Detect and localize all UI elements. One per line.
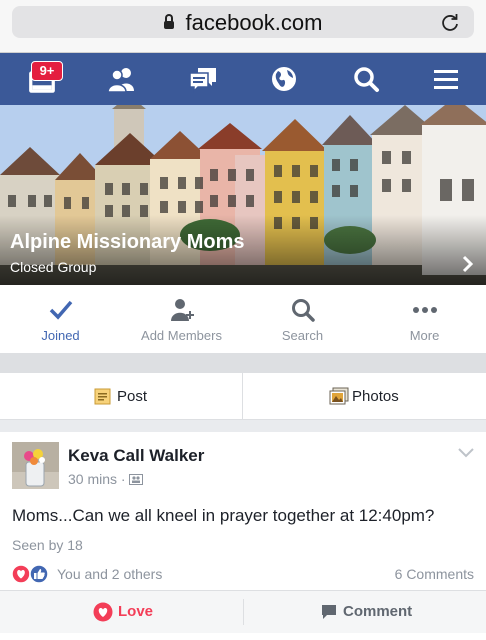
author-avatar[interactable]: [12, 442, 59, 489]
comments-count[interactable]: 6 Comments: [395, 566, 474, 582]
friends-icon[interactable]: [106, 65, 136, 93]
feed-separator: [0, 420, 486, 432]
comment-icon: [322, 605, 336, 619]
reaction-icons-group: [11, 564, 49, 584]
love-label: Love: [118, 603, 154, 620]
seen-by-count[interactable]: Seen by 18: [12, 537, 83, 553]
chevron-down-icon[interactable]: [458, 448, 474, 458]
group-cover-photo[interactable]: Alpine Missionary Moms Closed Group: [0, 105, 486, 285]
messages-icon[interactable]: [188, 65, 218, 93]
post-button[interactable]: Post: [0, 373, 242, 419]
add-members-button[interactable]: Add Members: [121, 285, 242, 353]
reactions-summary[interactable]: You and 2 others: [57, 566, 162, 582]
search-icon: [291, 299, 315, 322]
post-author-name[interactable]: Keva Call Walker: [68, 446, 204, 466]
post-label: Post: [117, 388, 148, 405]
lock-icon: [163, 14, 174, 29]
notification-badge: 9+: [31, 61, 63, 81]
post-action-bar: Love Comment: [0, 590, 486, 633]
search-group-button[interactable]: Search: [242, 285, 363, 353]
group-privacy: Closed Group: [10, 259, 97, 275]
section-separator: [0, 353, 486, 373]
globe-icon[interactable]: [269, 65, 299, 93]
more-label: More: [409, 328, 440, 343]
reload-icon[interactable]: [440, 12, 460, 32]
browser-url-bar: facebook.com: [0, 0, 486, 53]
more-button[interactable]: More: [364, 285, 485, 353]
top-navbar: 9+: [0, 53, 486, 105]
menu-icon[interactable]: [431, 65, 461, 93]
add-member-icon: [170, 299, 194, 321]
chevron-right-icon[interactable]: [462, 255, 474, 273]
group-action-bar: Joined Add Members Search More: [0, 285, 486, 353]
url-field[interactable]: facebook.com: [12, 6, 474, 38]
avatar-image: [12, 442, 59, 489]
url-text: facebook.com: [185, 10, 323, 35]
comment-button[interactable]: Comment: [244, 591, 486, 633]
post-timestamp[interactable]: 30 mins ·: [68, 471, 144, 487]
time-separator: ·: [120, 471, 130, 487]
love-icon: [93, 602, 113, 622]
photos-button[interactable]: Photos: [243, 373, 485, 419]
joined-label: Joined: [41, 328, 80, 343]
add-members-label: Add Members: [141, 328, 222, 343]
search-icon[interactable]: [351, 65, 381, 93]
feed-post: Keva Call Walker 30 mins · Moms...Can we…: [0, 432, 486, 640]
love-button[interactable]: Love: [0, 591, 243, 633]
more-dots-icon: [412, 307, 437, 313]
group-audience-icon: [129, 474, 144, 485]
joined-button[interactable]: Joined: [0, 285, 121, 353]
photos-label: Photos: [352, 388, 399, 405]
comment-label: Comment: [343, 603, 413, 620]
group-name[interactable]: Alpine Missionary Moms: [10, 231, 245, 254]
search-label: Search: [281, 328, 324, 343]
post-body-text: Moms...Can we all kneel in prayer togeth…: [12, 506, 435, 525]
reaction-icons[interactable]: [11, 564, 52, 584]
composer-bar: Post Photos: [0, 373, 486, 420]
checkmark-icon: [49, 300, 72, 320]
post-time-text: 30 mins: [68, 471, 118, 487]
photos-icon: [329, 387, 349, 405]
post-note-icon: [94, 388, 111, 405]
